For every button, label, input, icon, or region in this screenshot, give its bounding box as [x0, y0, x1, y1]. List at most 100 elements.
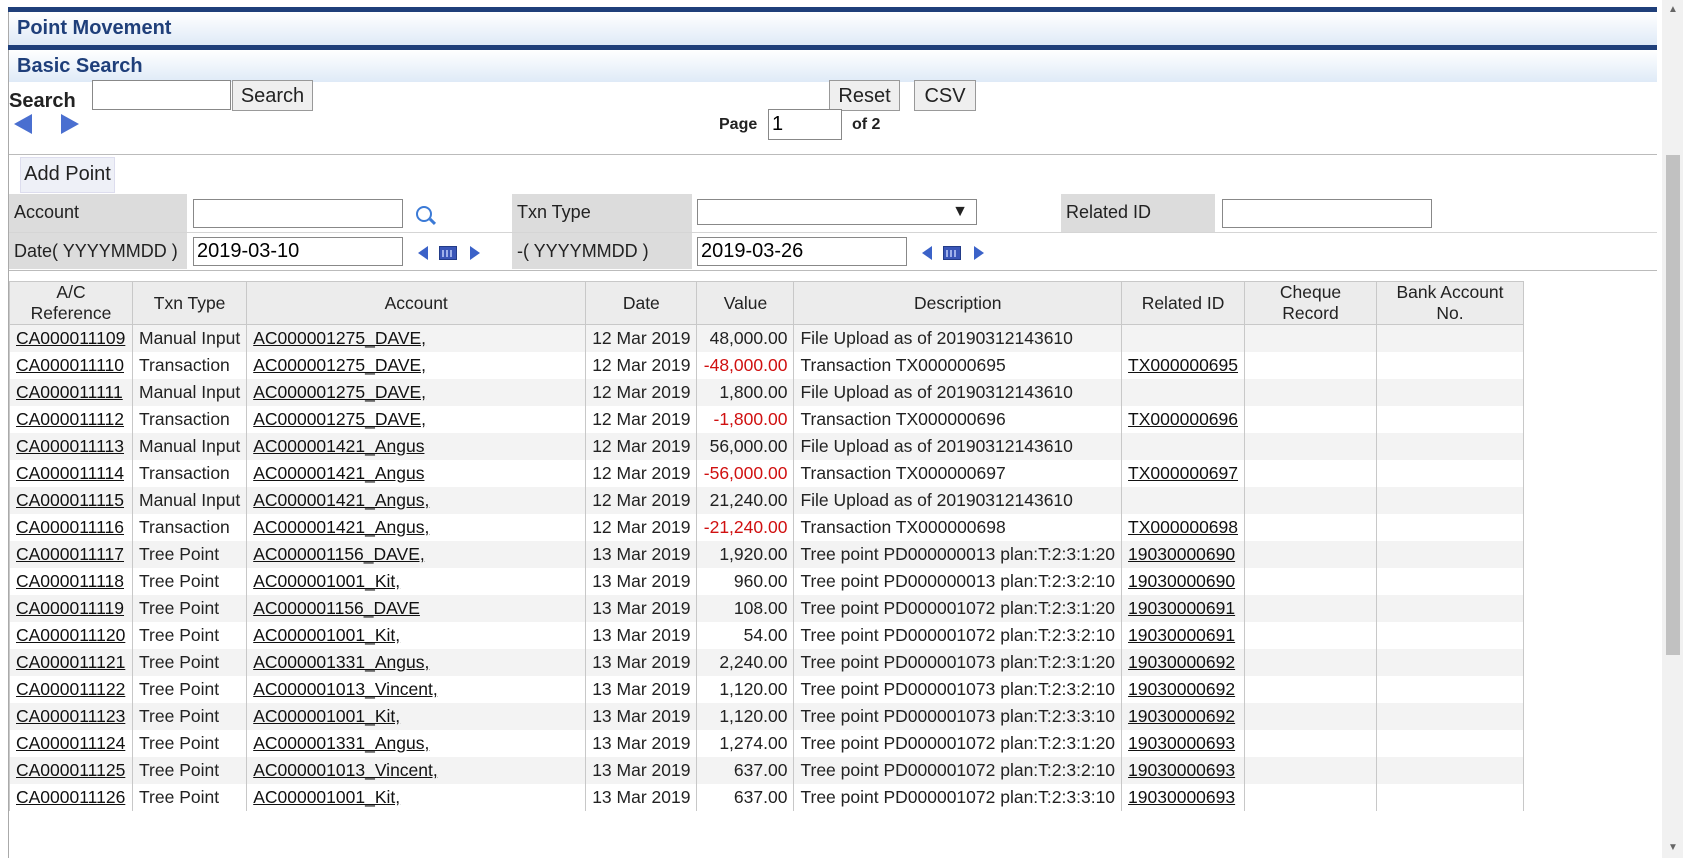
account-link[interactable]: AC000001331_Angus, [253, 652, 429, 672]
date-cell: 12 Mar 2019 [592, 463, 691, 483]
description-cell: Tree point PD000001072 plan:T:2:3:1:20 [800, 598, 1116, 618]
related-id-link[interactable]: 19030000692 [1128, 679, 1235, 699]
account-link[interactable]: AC000001001_Kit, [253, 706, 400, 726]
cheque-record-cell [1244, 487, 1378, 514]
ac-reference-link[interactable]: CA000011114 [16, 463, 124, 483]
ac-reference-link[interactable]: CA000011119 [16, 598, 124, 618]
related-id-link[interactable]: 19030000692 [1128, 652, 1235, 672]
txn-type-cell: Tree Point [139, 625, 220, 645]
table-row: CA000011111 Manual Input AC000001275_DAVE,… [9, 379, 1525, 406]
column-header: A/C Reference [9, 281, 133, 325]
column-header: Account [246, 281, 587, 325]
related-id-link[interactable]: 19030000690 [1128, 571, 1235, 591]
filter-divider [9, 232, 1657, 233]
account-link[interactable]: AC000001275_DAVE, [253, 328, 426, 348]
ac-reference-link[interactable]: CA000011113 [16, 436, 124, 456]
account-link[interactable]: AC000001421_Angus, [253, 517, 429, 537]
account-link[interactable]: AC000001013_Vincent, [253, 760, 438, 780]
account-link[interactable]: AC000001001_Kit, [253, 571, 400, 591]
txn-type-select[interactable]: ▼ [697, 199, 977, 225]
account-link[interactable]: AC000001421_Angus, [253, 490, 429, 510]
add-point-button[interactable]: Add Point [20, 157, 115, 193]
related-id-link[interactable]: 19030000693 [1128, 733, 1235, 753]
cheque-record-cell [1244, 433, 1378, 460]
related-id-link[interactable]: TX000000695 [1128, 355, 1238, 375]
ac-reference-link[interactable]: CA000011109 [16, 328, 125, 348]
vertical-scrollbar[interactable]: ▲ ▼ [1662, 0, 1683, 858]
account-link[interactable]: AC000001421_Angus [253, 463, 424, 483]
cheque-record-cell [1244, 324, 1378, 352]
search-button[interactable]: Search [232, 80, 313, 111]
account-link[interactable]: AC000001156_DAVE [253, 598, 420, 618]
account-link[interactable]: AC000001421_Angus [253, 436, 424, 456]
cheque-record-cell [1244, 379, 1378, 406]
reset-button[interactable]: Reset [829, 80, 900, 111]
related-id-link[interactable]: 19030000692 [1128, 706, 1235, 726]
csv-button[interactable]: CSV [914, 80, 976, 111]
scroll-down-icon[interactable]: ▼ [1668, 842, 1678, 853]
date-from-next-icon[interactable] [470, 246, 480, 260]
related-id-link[interactable]: TX000000696 [1128, 409, 1238, 429]
account-link[interactable]: AC000001275_DAVE, [253, 355, 426, 375]
account-link[interactable]: AC000001275_DAVE, [253, 382, 426, 402]
scroll-up-icon[interactable]: ▲ [1668, 4, 1678, 15]
description-cell: Tree point PD000001072 plan:T:2:3:2:10 [800, 625, 1116, 645]
ac-reference-link[interactable]: CA000011115 [16, 490, 124, 510]
related-id-link[interactable]: TX000000697 [1128, 463, 1238, 483]
account-input[interactable] [193, 199, 403, 228]
value-cell: 1,800.00 [719, 382, 788, 402]
related-id-link[interactable]: 19030000691 [1128, 598, 1235, 618]
ac-reference-link[interactable]: CA000011112 [16, 409, 124, 429]
description-cell: Tree point PD000001072 plan:T:2:3:3:10 [800, 787, 1116, 807]
search-input[interactable] [92, 80, 231, 110]
related-id-link[interactable]: 19030000691 [1128, 625, 1235, 645]
related-id-link[interactable]: 19030000693 [1128, 760, 1235, 780]
calendar-icon[interactable] [943, 246, 961, 260]
value-cell: 960.00 [733, 571, 788, 591]
table-row: CA000011119 Tree Point AC000001156_DAVE 13 … [9, 595, 1525, 622]
account-link[interactable]: AC000001001_Kit, [253, 625, 400, 645]
page-number-input[interactable] [768, 109, 842, 140]
description-cell: Transaction TX000000697 [800, 463, 1006, 483]
related-id-link[interactable]: TX000000698 [1128, 517, 1238, 537]
ac-reference-link[interactable]: CA000011110 [16, 355, 124, 375]
ac-reference-link[interactable]: CA000011117 [16, 544, 124, 564]
date-from-prev-icon[interactable] [418, 246, 428, 260]
account-link[interactable]: AC000001013_Vincent, [253, 679, 438, 699]
bank-account-cell [1376, 514, 1525, 541]
date-from-input[interactable] [193, 237, 403, 266]
ac-reference-link[interactable]: CA000011118 [16, 571, 124, 591]
date-to-next-icon[interactable] [974, 246, 984, 260]
related-id-link[interactable]: 19030000693 [1128, 787, 1235, 807]
account-link[interactable]: AC000001001_Kit, [253, 787, 400, 807]
date-to-input[interactable] [697, 237, 907, 266]
prev-page-icon[interactable] [14, 114, 32, 134]
txn-type-cell: Tree Point [139, 760, 220, 780]
ac-reference-link[interactable]: CA000011124 [16, 733, 125, 753]
ac-reference-link[interactable]: CA000011116 [16, 517, 124, 537]
date-to-prev-icon[interactable] [922, 246, 932, 260]
account-link[interactable]: AC000001331_Angus, [253, 733, 429, 753]
scrollbar-thumb[interactable] [1666, 155, 1680, 655]
account-link[interactable]: AC000001275_DAVE, [253, 409, 426, 429]
ac-reference-link[interactable]: CA000011120 [16, 625, 125, 645]
bank-account-cell [1376, 703, 1525, 730]
ac-reference-link[interactable]: CA000011111 [16, 382, 123, 402]
date-cell: 13 Mar 2019 [592, 571, 691, 591]
ac-reference-link[interactable]: CA000011123 [16, 706, 125, 726]
search-icon[interactable] [416, 206, 432, 222]
table-row: CA000011118 Tree Point AC000001001_Kit, 13 … [9, 568, 1525, 595]
calendar-icon[interactable] [439, 246, 457, 260]
cheque-record-cell [1244, 649, 1378, 676]
ac-reference-link[interactable]: CA000011125 [16, 760, 125, 780]
related-id-link[interactable]: 19030000690 [1128, 544, 1235, 564]
account-link[interactable]: AC000001156_DAVE, [253, 544, 425, 564]
ac-reference-link[interactable]: CA000011122 [16, 679, 125, 699]
ac-reference-link[interactable]: CA000011126 [16, 787, 125, 807]
next-page-icon[interactable] [61, 114, 79, 134]
description-cell: Tree point PD000001072 plan:T:2:3:1:20 [800, 733, 1116, 753]
section-title: Basic Search [17, 55, 143, 77]
related-id-input[interactable] [1222, 199, 1432, 228]
column-header: Related ID [1121, 281, 1246, 325]
ac-reference-link[interactable]: CA000011121 [16, 652, 125, 672]
